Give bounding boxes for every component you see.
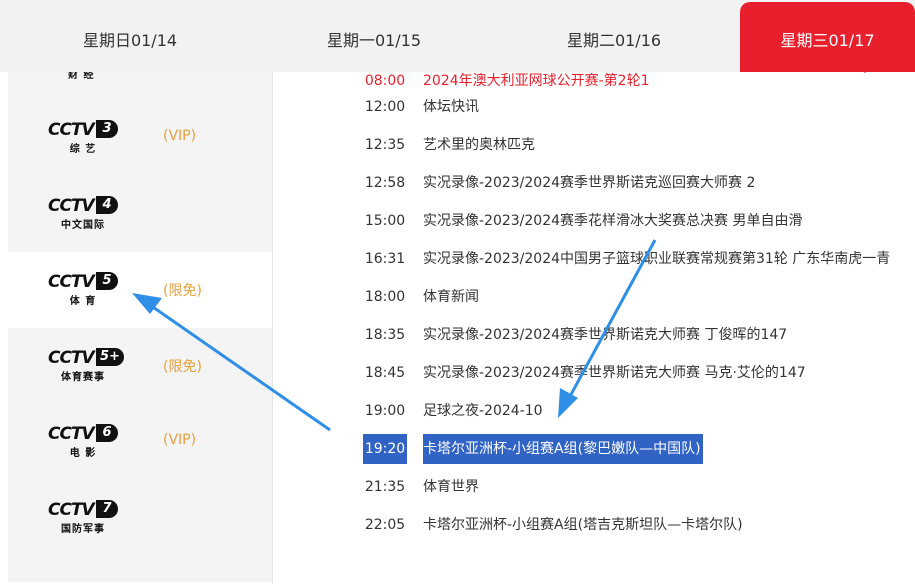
- program-time: 21:35: [364, 479, 406, 495]
- program-row[interactable]: 18:45 实况录像-2023/2024赛季世界斯诺克大师赛 马克·艾伦的147: [273, 354, 915, 392]
- program-time: 12:35: [364, 137, 406, 153]
- cctv-logo: CCTV 6 电 影: [48, 424, 122, 460]
- program-row[interactable]: 21:35 体育世界: [273, 468, 915, 506]
- cctv-logo: CCTV 5 体 育: [48, 272, 122, 308]
- program-title: 艺术里的奥林匹克: [423, 137, 535, 153]
- program-row[interactable]: 15:00 实况录像-2023/2024赛季花样滑冰大奖赛总决赛 男单自由滑: [273, 202, 915, 240]
- program-time: 18:00: [364, 289, 406, 305]
- program-time: 16:31: [364, 251, 406, 267]
- program-row[interactable]: 19:00 足球之夜-2024-10: [273, 392, 915, 430]
- program-title: 实况录像-2023/2024赛季花样滑冰大奖赛总决赛 男单自由滑: [423, 213, 803, 229]
- channel-badge: (VIP): [163, 432, 197, 448]
- tab-monday[interactable]: 星期一01/15: [260, 0, 488, 72]
- tab-tuesday[interactable]: 星期二01/16: [490, 0, 738, 72]
- channel-item-cctv7[interactable]: CCTV 7 国防军事: [8, 480, 272, 556]
- program-title: 实况录像-2023/2024赛季世界斯诺克大师赛 丁俊晖的147: [423, 327, 788, 343]
- program-title: 体育世界: [423, 479, 479, 495]
- program-title: 卡塔尔亚洲杯-小组赛A组(塔吉克斯坦队—卡塔尔队): [423, 517, 743, 533]
- cctv-logo: CCTV 7 国防军事: [48, 500, 122, 536]
- channel-item-cctv4[interactable]: CCTV 4 中文国际: [8, 176, 272, 252]
- program-row[interactable]: 12:00 体坛快讯: [273, 88, 915, 126]
- channel-item-cctv6[interactable]: CCTV 6 电 影 (VIP): [8, 404, 272, 480]
- channel-item-cctv5plus[interactable]: CCTV 5+ 体育赛事 (限免): [8, 328, 272, 404]
- channel-badge: (限免): [163, 283, 202, 299]
- channel-item-cctv3[interactable]: CCTV 3 综 艺 (VIP): [8, 100, 272, 176]
- program-row-highlighted[interactable]: 19:20 卡塔尔亚洲杯-小组赛A组(黎巴嫩队—中国队): [273, 430, 915, 468]
- date-tab-bar: 星期日01/14 星期一01/15 星期二01/16 星期三01/17: [0, 0, 915, 73]
- program-row[interactable]: 12:35 艺术里的奥林匹克: [273, 126, 915, 164]
- program-title: 体育新闻: [423, 289, 479, 305]
- program-title: 实况录像-2023/2024中国男子篮球职业联赛常规赛第31轮 广东华南虎一青: [423, 251, 891, 267]
- program-time: 12:00: [364, 99, 406, 115]
- program-time: 12:58: [364, 175, 406, 191]
- program-time: 18:35: [364, 327, 406, 343]
- program-title: 卡塔尔亚洲杯-小组赛A组(黎巴嫩队—中国队): [423, 434, 703, 464]
- program-time: 19:00: [364, 403, 406, 419]
- program-row[interactable]: 12:58 实况录像-2023/2024赛季世界斯诺克巡回赛大师赛 2: [273, 164, 915, 202]
- channel-item-cctv5[interactable]: CCTV 5 体 育 (限免): [8, 252, 272, 328]
- cctv-logo: CCTV 5+ 体育赛事: [48, 348, 124, 384]
- program-title: 体坛快讯: [423, 99, 479, 115]
- program-row[interactable]: 22:05 卡塔尔亚洲杯-小组赛A组(塔吉克斯坦队—卡塔尔队): [273, 506, 915, 544]
- program-title: 实况录像-2023/2024赛季世界斯诺克大师赛 马克·艾伦的147: [423, 365, 806, 381]
- channel-list: 财 经 CCTV 3 综 艺 (VIP) CCTV 4 中文国际 CCTV 5 …: [8, 72, 272, 582]
- cctv-logo: CCTV 3 综 艺: [48, 120, 122, 156]
- tab-wednesday[interactable]: 星期三01/17: [740, 2, 915, 72]
- channel-partial-sub: 财 经: [68, 72, 95, 81]
- program-row[interactable]: 18:00 体育新闻: [273, 278, 915, 316]
- program-title: 实况录像-2023/2024赛季世界斯诺克巡回赛大师赛 2: [423, 175, 756, 191]
- program-time: 19:20: [363, 434, 407, 464]
- program-row[interactable]: 18:35 实况录像-2023/2024赛季世界斯诺克大师赛 丁俊晖的147: [273, 316, 915, 354]
- program-time: 22:05: [364, 517, 406, 533]
- program-schedule: 08:00 2024年澳大利亚网球公开赛-第2轮1 12:00 体坛快讯 12:…: [273, 72, 915, 584]
- program-row[interactable]: 16:31 实况录像-2023/2024中国男子篮球职业联赛常规赛第31轮 广东…: [273, 240, 915, 278]
- channel-badge: (限免): [163, 359, 202, 375]
- program-time: 18:45: [364, 365, 406, 381]
- program-time: 15:00: [364, 213, 406, 229]
- program-title: 足球之夜-2024-10: [423, 403, 543, 419]
- tab-sunday[interactable]: 星期日01/14: [0, 0, 260, 72]
- channel-badge: (VIP): [163, 128, 197, 144]
- cctv-logo: CCTV 4 中文国际: [48, 196, 122, 232]
